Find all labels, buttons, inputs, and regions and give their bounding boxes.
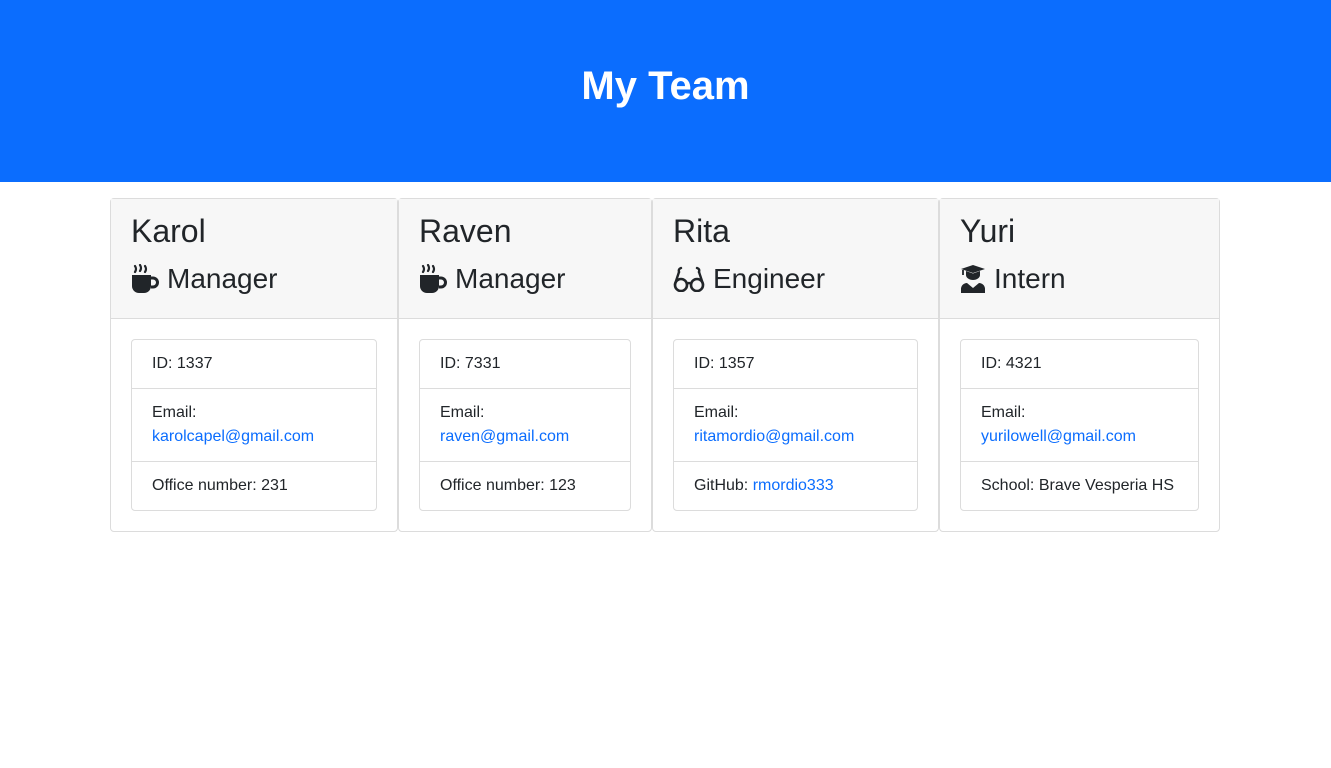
info-list: ID: 4321 Email: yurilowell@gmail.com Sch… — [960, 339, 1199, 511]
employee-email-row: Email: karolcapel@gmail.com — [132, 389, 376, 462]
employee-id: ID: 7331 — [420, 340, 630, 389]
email-link[interactable]: ritamordio@gmail.com — [694, 428, 854, 445]
glasses-icon — [673, 266, 705, 292]
employee-role: Manager — [419, 261, 631, 297]
coffee-mug-icon — [131, 264, 159, 294]
info-list: ID: 1337 Email: karolcapel@gmail.com Off… — [131, 339, 377, 511]
card-header: Rita Engineer — [653, 199, 938, 319]
employee-card: Raven Manager ID: 7331 Email: raven@gmai… — [398, 198, 652, 532]
email-label: Email: — [152, 404, 197, 421]
email-label: Email: — [440, 404, 485, 421]
employee-email-row: Email: raven@gmail.com — [420, 389, 630, 462]
role-label: Intern — [994, 263, 1066, 294]
email-label: Email: — [981, 404, 1026, 421]
employee-role: Manager — [131, 261, 377, 297]
employee-id: ID: 1357 — [674, 340, 917, 389]
page-header: My Team — [0, 0, 1331, 182]
employee-card: Rita Engineer ID: 1357 Email: ritamordio… — [652, 198, 939, 532]
team-cards: Karol Manager ID: 1337 Email: karolcapel… — [110, 198, 1220, 532]
office-number: Office number: 123 — [440, 477, 576, 494]
employee-id: ID: 4321 — [961, 340, 1198, 389]
employee-email-row: Email: ritamordio@gmail.com — [674, 389, 917, 462]
office-number: Office number: 231 — [152, 477, 288, 494]
email-label: Email: — [694, 404, 739, 421]
card-header: Yuri Intern — [940, 199, 1219, 319]
role-label: Manager — [455, 263, 566, 294]
card-body: ID: 4321 Email: yurilowell@gmail.com Sch… — [940, 319, 1219, 531]
employee-role: Intern — [960, 261, 1199, 297]
email-link[interactable]: yurilowell@gmail.com — [981, 428, 1136, 445]
employee-name: Karol — [131, 213, 206, 249]
employee-id: ID: 1337 — [132, 340, 376, 389]
employee-card: Karol Manager ID: 1337 Email: karolcapel… — [110, 198, 398, 532]
employee-role: Engineer — [673, 261, 918, 297]
github-link[interactable]: rmordio333 — [753, 477, 834, 494]
card-body: ID: 1337 Email: karolcapel@gmail.com Off… — [111, 319, 397, 531]
school: School: Brave Vesperia HS — [981, 477, 1174, 494]
page-title: My Team — [581, 63, 750, 108]
graduate-icon — [960, 264, 986, 294]
email-link[interactable]: karolcapel@gmail.com — [152, 428, 314, 445]
employee-email-row: Email: yurilowell@gmail.com — [961, 389, 1198, 462]
email-link[interactable]: raven@gmail.com — [440, 428, 569, 445]
employee-name: Rita — [673, 213, 730, 249]
role-label: Engineer — [713, 263, 826, 294]
employee-name: Raven — [419, 213, 512, 249]
card-body: ID: 1357 Email: ritamordio@gmail.com Git… — [653, 319, 938, 531]
card-header: Raven Manager — [399, 199, 651, 319]
github-row: GitHub: rmordio333 — [674, 462, 917, 510]
info-list: ID: 1357 Email: ritamordio@gmail.com Git… — [673, 339, 918, 511]
employee-name: Yuri — [960, 213, 1016, 249]
coffee-mug-icon — [419, 264, 447, 294]
info-list: ID: 7331 Email: raven@gmail.com Office n… — [419, 339, 631, 511]
employee-card: Yuri Intern ID: 4321 Email: yurilowell@g… — [939, 198, 1220, 532]
card-header: Karol Manager — [111, 199, 397, 319]
card-body: ID: 7331 Email: raven@gmail.com Office n… — [399, 319, 651, 531]
role-label: Manager — [167, 263, 278, 294]
github-label: GitHub: — [694, 477, 753, 494]
